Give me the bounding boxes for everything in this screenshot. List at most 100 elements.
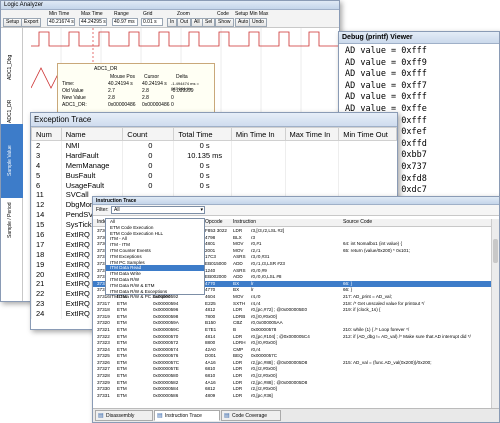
undo-button[interactable]: Undo xyxy=(249,18,267,27)
instruction-cell: 37322 xyxy=(97,333,110,339)
filter-select[interactable]: All ▾ xyxy=(111,206,205,214)
instruction-row[interactable]: 37326 ETM 0x0000057C 4A16 LDR r2,[pc,#88] ; @… xyxy=(93,360,491,367)
instruction-cell: 215: AD_val = (func.AD_val(0x200))/0x200… xyxy=(343,359,432,365)
exception-col-header[interactable]: Count xyxy=(122,127,175,141)
instruction-row[interactable]: 37321 ETM 0x0000059C E7E1 B 0x00000578 210: wh… xyxy=(93,327,491,334)
instruction-cell: r3,[r3,r2,LSL #2] xyxy=(251,228,285,233)
signal-label-2[interactable]: ADC1_DR xyxy=(7,100,13,123)
exception-col-header[interactable]: Max Time In xyxy=(284,127,340,141)
instruction-cell: 37323 xyxy=(97,340,110,346)
zoom-in-button[interactable]: In xyxy=(167,18,178,27)
code-show-button[interactable]: Show xyxy=(215,18,234,27)
zoom-all-button[interactable]: All xyxy=(191,18,203,27)
tab-code-coverage[interactable]: ▤ Code Coverage xyxy=(221,410,281,421)
instruction-cell: LDR xyxy=(233,386,243,392)
tooltip-row-time: Time: xyxy=(62,81,75,87)
instruction-cell: ETM xyxy=(117,386,127,392)
instruction-cell: 0x00000582 xyxy=(153,379,179,385)
grid-label: Grid xyxy=(143,11,153,17)
instruction-cell: CBZ xyxy=(233,320,243,326)
exception-cell: 10.135 ms xyxy=(173,150,232,161)
instruction-row[interactable]: 37330 ETM 0x00000584 6812 LDR r2,[r2,#0x00] xyxy=(93,386,491,393)
exception-col-header[interactable]: Min Time Out xyxy=(338,127,397,141)
tab-instruction-trace[interactable]: ▤ Instruction Trace xyxy=(154,410,220,421)
filter-option[interactable]: ITM Data R/W & PC Samples xyxy=(106,294,204,300)
exception-row[interactable]: 6 UsageFault 0 0 s xyxy=(31,180,397,190)
filter-dropdown[interactable]: All ETM Code Execution ETM Code Execution … xyxy=(105,218,205,299)
instruction-cell: ETM xyxy=(117,392,127,398)
instruction-cell: lr xyxy=(251,280,254,286)
instruction-cell: 0x00000576 xyxy=(153,353,179,359)
instruction-cell: 2001 xyxy=(205,247,216,253)
exception-cell: 12 xyxy=(31,199,62,210)
instruction-cell: BX xyxy=(233,287,240,293)
instruction-row[interactable]: 37327 ETM 0x0000057E 6810 LDR r0,[r2,#0x00] xyxy=(93,366,491,373)
exception-cell: 21 xyxy=(31,278,62,289)
min-time-value: 40.21674 s xyxy=(47,18,75,26)
instruction-cell: ETM xyxy=(117,340,127,346)
instruction-cell: 4770 xyxy=(205,287,216,293)
instruction-row[interactable]: 37320 ETM 0x0000059A B150 CBZ r0,0x000005AA xyxy=(93,320,491,327)
instruction-col-header[interactable]: Opcode xyxy=(205,219,223,225)
instruction-row[interactable]: 37331 ETM 0x00000586 4809 LDR r0,[pc,#36] xyxy=(93,393,491,400)
instruction-row[interactable]: 37323 ETM 0x00000572 8800 LDRH r0,[r0,#0x00] xyxy=(93,340,491,347)
export-button[interactable]: Export xyxy=(21,18,42,27)
tooltip-new-cursor: 2.8 xyxy=(142,95,149,101)
setup-button[interactable]: Setup xyxy=(3,18,23,27)
selected-signal[interactable]: Sample Value xyxy=(1,124,23,198)
instruction-cell: 4798 xyxy=(205,234,216,240)
signal-label-3[interactable]: Sample Value xyxy=(7,145,13,176)
debug-line: AD value = 0xff9 xyxy=(345,57,427,68)
filter-bar: Filter: All ▾ xyxy=(93,205,499,216)
exception-col-header[interactable]: Total Time xyxy=(173,127,232,141)
exception-col-header[interactable]: Name xyxy=(60,127,124,141)
exception-col-header[interactable]: Min Time In xyxy=(230,127,286,141)
signal-list[interactable]: ADC1_Dbg ADC1_DR Sample Value Sample / P… xyxy=(1,28,23,301)
instruction-row[interactable]: 37325 ETM 0x00000576 D001 BEQ 0x0000057C xyxy=(93,353,491,360)
instruction-cell: 37324 xyxy=(97,346,110,352)
exception-cell xyxy=(338,140,397,151)
instruction-row[interactable]: 37324 ETM 0x00000574 42A0 CMP r0,r4 xyxy=(93,347,491,354)
tooltip-adc-mouse: 0x00000486 xyxy=(108,102,136,108)
disassembly-icon: ▤ xyxy=(98,413,104,419)
filter-select-value: All xyxy=(114,207,120,213)
exception-row[interactable]: 2 NMI 0 0 s xyxy=(31,140,397,151)
exception-cell: MemManage xyxy=(60,160,123,171)
exception-row[interactable]: 4 MemManage 0 0 s xyxy=(31,160,397,171)
instruction-cell: 66: } xyxy=(343,287,353,293)
max-time-label: Max Time xyxy=(81,11,103,17)
instruction-row[interactable]: 37329 ETM 0x00000582 4A16 LDR r2,[pc,#88] ; @… xyxy=(93,380,491,387)
instruction-cell: LDR xyxy=(233,333,243,339)
vertical-scrollbar[interactable] xyxy=(491,219,499,408)
exception-row[interactable]: 5 BusFault 0 0 s xyxy=(31,170,397,181)
exception-col-header[interactable]: Num xyxy=(31,127,62,141)
tab-disassembly[interactable]: ▤ Disassembly xyxy=(95,410,153,421)
instruction-cell: 37328 xyxy=(97,373,110,379)
instruction-row[interactable]: 37317 ETM 0x00000594 E225 SXTH r4,r4 218: /* G… xyxy=(93,301,491,308)
zoom-sel-button[interactable]: Sel xyxy=(202,18,216,27)
instruction-row[interactable]: 37319 ETM 0x00000598 7800 LDRB r0,[r0,#0x00] xyxy=(93,314,491,321)
instruction-cell: MOV xyxy=(233,247,244,253)
instruction-row[interactable]: 37318 ETM 0x00000596 4812 LDR r0,[pc,#72] ; @… xyxy=(93,307,491,314)
signal-label-4[interactable]: Sample / Period xyxy=(7,202,13,238)
instruction-cell: ASRS xyxy=(233,267,246,273)
instruction-cell: D001 xyxy=(205,353,216,359)
tooltip-row-adc: ADC1_DR: xyxy=(62,102,87,108)
instruction-col-header[interactable]: Source Code xyxy=(343,219,372,225)
instruction-cell: r0,[pc,#104] ; @0x000005C4 xyxy=(251,333,310,339)
signal-label-1[interactable]: ADC1_Dbg xyxy=(7,55,13,80)
instruction-row[interactable]: 37328 ETM 0x00000580 6810 LDR r0,[r2,#0x00] xyxy=(93,373,491,380)
exception-row[interactable]: 3 HardFault 0 10.135 ms xyxy=(31,150,397,161)
tab-disassembly-label: Disassembly xyxy=(106,413,135,419)
logic-analyzer-title: Logic Analyzer xyxy=(1,1,339,10)
zoom-out-button[interactable]: Out xyxy=(177,18,192,27)
instruction-cell: 0x00000596 xyxy=(153,307,179,313)
instruction-cell: 65: return (value/0x200) * 0x101; xyxy=(343,247,410,253)
tooltip-new-mouse: 2.8 xyxy=(108,95,115,101)
scrollbar-thumb[interactable] xyxy=(493,239,498,263)
instruction-cell: ETM xyxy=(117,333,127,339)
instruction-col-header[interactable]: Instruction xyxy=(233,219,256,225)
instruction-row[interactable]: 37322 ETM 0x00000570 4814 LDR r0,[pc,#104] ; … xyxy=(93,334,491,341)
instruction-cell: ETM xyxy=(117,373,127,379)
exception-cell: 14 xyxy=(31,209,62,220)
